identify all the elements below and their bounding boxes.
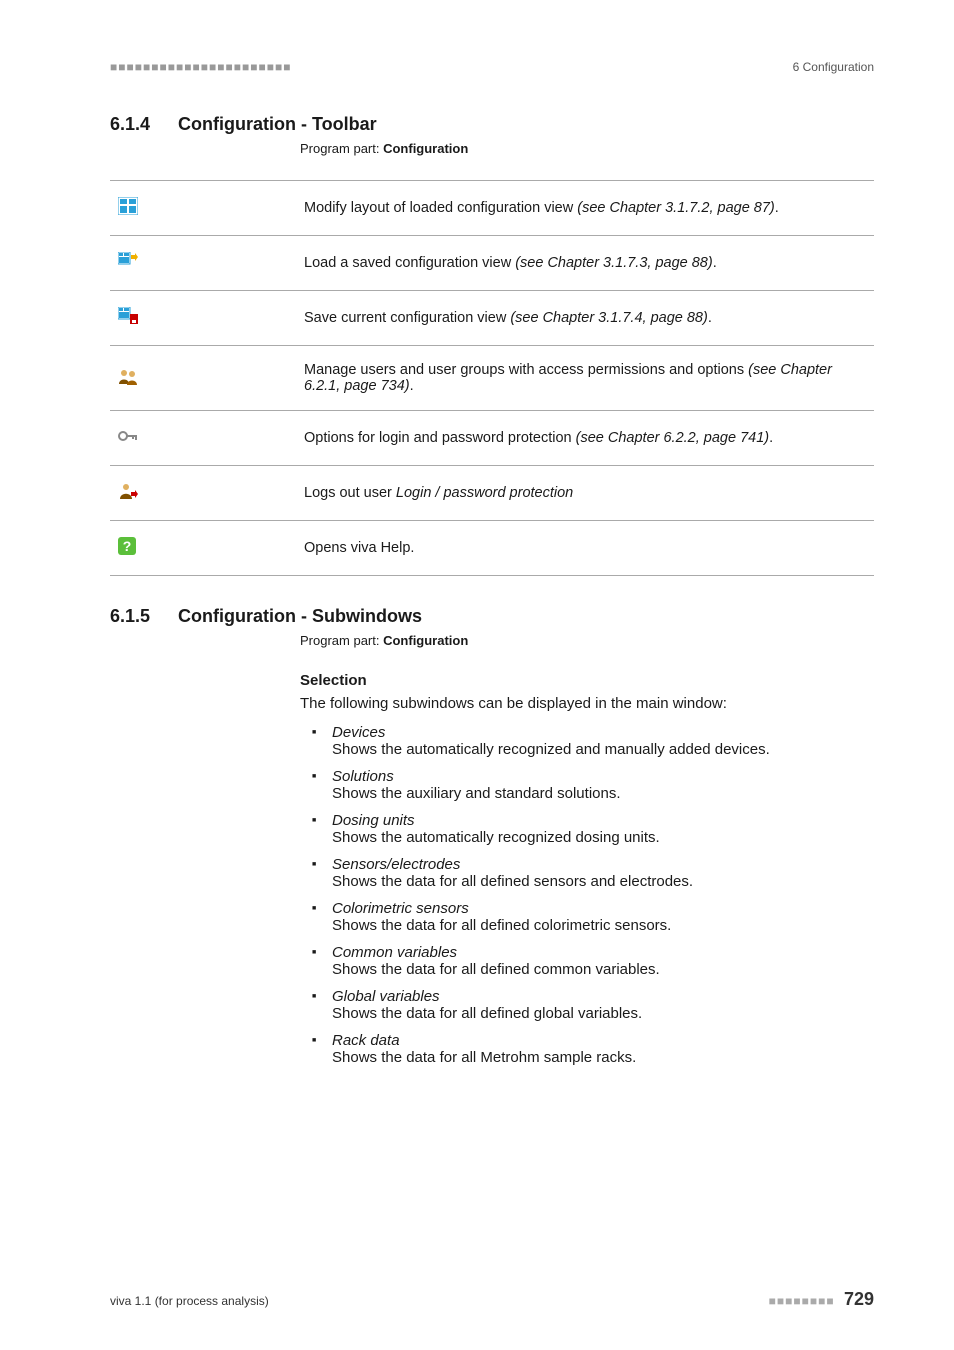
section-title: Configuration - Toolbar [178, 114, 377, 135]
footer-marks: ■■■■■■■■ [769, 1294, 835, 1308]
running-header: ■■■■■■■■■■■■■■■■■■■■■■ 6 Configuration [110, 60, 874, 74]
toolbar-row: Modify layout of loaded configuration vi… [110, 181, 874, 236]
toolbar-desc: Load a saved configuration view (see Cha… [296, 236, 874, 291]
toolbar-row: Options for login and password protectio… [110, 411, 874, 466]
section-number: 6.1.4 [110, 114, 150, 135]
section-number: 6.1.5 [110, 606, 150, 627]
program-part-614: Program part: Configuration [300, 141, 874, 156]
users-icon [118, 367, 138, 385]
section-615-heading: 6.1.5 Configuration - Subwindows [110, 606, 874, 627]
toolbar-desc: Opens viva Help. [296, 521, 874, 576]
toolbar-row: Load a saved configuration view (see Cha… [110, 236, 874, 291]
list-item: Sensors/electrodesShows the data for all… [316, 856, 874, 890]
list-item: Rack dataShows the data for all Metrohm … [316, 1032, 874, 1066]
list-item: Dosing unitsShows the automatically reco… [316, 812, 874, 846]
program-part-value: Configuration [383, 141, 468, 156]
footer-left: viva 1.1 (for process analysis) [110, 1294, 269, 1308]
program-part-615: Program part: Configuration [300, 633, 874, 648]
toolbar-row: Manage users and user groups with access… [110, 346, 874, 411]
list-item: Colorimetric sensorsShows the data for a… [316, 900, 874, 934]
toolbar-row: Save current configuration view (see Cha… [110, 291, 874, 346]
section-614-heading: 6.1.4 Configuration - Toolbar [110, 114, 874, 135]
selection-heading: Selection [300, 672, 874, 689]
program-part-label: Program part: [300, 141, 383, 156]
logout-icon [118, 482, 138, 500]
toolbar-desc: Logs out user Login / password protectio… [296, 466, 874, 521]
toolbar-desc: Save current configuration view (see Cha… [296, 291, 874, 346]
list-item: Common variablesShows the data for all d… [316, 944, 874, 978]
list-item: Global variablesShows the data for all d… [316, 988, 874, 1022]
section-title: Configuration - Subwindows [178, 606, 422, 627]
page: ■■■■■■■■■■■■■■■■■■■■■■ 6 Configuration 6… [0, 0, 954, 1350]
key-icon [118, 427, 138, 445]
toolbar-row: Logs out user Login / password protectio… [110, 466, 874, 521]
program-part-value: Configuration [383, 633, 468, 648]
svg-text:?: ? [123, 538, 132, 554]
page-footer: viva 1.1 (for process analysis) ■■■■■■■■… [110, 1289, 874, 1310]
toolbar-desc: Modify layout of loaded configuration vi… [296, 181, 874, 236]
toolbar-desc: Manage users and user groups with access… [296, 346, 874, 411]
list-item: DevicesShows the automatically recognize… [316, 724, 874, 758]
subwindows-content: Selection The following subwindows can b… [300, 672, 874, 1066]
list-item: SolutionsShows the auxiliary and standar… [316, 768, 874, 802]
program-part-label: Program part: [300, 633, 383, 648]
save-view-icon [118, 307, 138, 325]
load-view-icon [118, 252, 138, 270]
footer-right: ■■■■■■■■ 729 [769, 1289, 874, 1310]
toolbar-desc: Options for login and password protectio… [296, 411, 874, 466]
selection-intro: The following subwindows can be displaye… [300, 695, 874, 712]
subwindow-list: DevicesShows the automatically recognize… [300, 724, 874, 1066]
help-icon: ? [118, 537, 138, 555]
page-number: 729 [844, 1289, 874, 1309]
layout-icon [118, 197, 138, 215]
header-marks: ■■■■■■■■■■■■■■■■■■■■■■ [110, 60, 291, 74]
toolbar-row: ? Opens viva Help. [110, 521, 874, 576]
toolbar-table: Modify layout of loaded configuration vi… [110, 180, 874, 576]
header-chapter: 6 Configuration [793, 60, 874, 74]
